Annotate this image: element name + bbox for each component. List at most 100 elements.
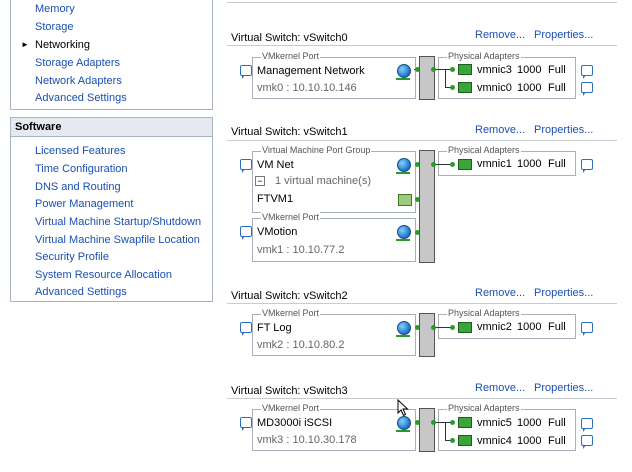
nav-network-adapters[interactable]: Network Adapters <box>35 75 122 87</box>
vswitch1-adapter-1-info-icon[interactable] <box>581 159 593 173</box>
vmkernel-globe-icon <box>397 321 411 335</box>
vswitch1-dot-a <box>450 162 455 167</box>
vswitch1-properties-link[interactable]: Properties... <box>534 124 593 136</box>
vswitch1-adapter-1-name[interactable]: vmnic1 <box>477 158 512 170</box>
vswitch0-adapter-1-name[interactable]: vmnic3 <box>477 64 512 76</box>
vswitch0-title: Virtual Switch: vSwitch0 <box>231 32 348 44</box>
vswitch0-divider <box>227 45 617 46</box>
nav-power-management[interactable]: Power Management <box>35 198 133 210</box>
vswitch1-vmnet-info-icon[interactable] <box>240 159 252 173</box>
vswitch3-dot-a <box>450 420 455 425</box>
nav-security-profile[interactable]: Security Profile <box>35 251 109 263</box>
nav-vm-swapfile-location[interactable]: Virtual Machine Swapfile Location <box>35 234 200 246</box>
vswitch3-properties-link[interactable]: Properties... <box>534 382 593 394</box>
vswitch2-port-group: VMkernel Port FT Log vmk2 : 10.10.80.2 <box>252 308 416 356</box>
nav-networking[interactable]: Networking <box>35 39 90 51</box>
vswitch1-vm-name[interactable]: FTVM1 <box>257 193 293 205</box>
vswitch1-remove-link[interactable]: Remove... <box>475 124 525 136</box>
nav-storage-adapters[interactable]: Storage Adapters <box>35 57 120 69</box>
vswitch3-title: Virtual Switch: vSwitch3 <box>231 385 348 397</box>
vswitch1-vmotion-info-icon[interactable] <box>240 226 252 240</box>
vswitch2-adapter-1-info-icon[interactable] <box>581 322 593 336</box>
vswitch3-adapter-1-info-icon[interactable] <box>581 418 593 432</box>
vswitch1-vmnet-type: Virtual Machine Port Group <box>261 145 372 155</box>
vswitch0-properties-link[interactable]: Properties... <box>534 29 593 41</box>
vswitch1-vmkernel-port: VMkernel Port VMotion vmk1 : 10.10.77.2 <box>252 212 416 262</box>
networking-view: Virtual Switch: vSwitch0 Remove... Prope… <box>219 0 632 472</box>
vswitch0-port-name[interactable]: Management Network <box>257 65 365 77</box>
nav-storage[interactable]: Storage <box>35 21 74 33</box>
nav-time-configuration[interactable]: Time Configuration <box>35 163 128 175</box>
vmkernel-link-indicator <box>396 430 410 432</box>
vswitch1-adapters-label: Physical Adapters <box>447 145 521 155</box>
vswitch2-remove-link[interactable]: Remove... <box>475 287 525 299</box>
nav-memory[interactable]: Memory <box>35 3 75 15</box>
nav-advanced-settings-hw[interactable]: Advanced Settings <box>35 92 127 104</box>
vm-network-icon <box>397 158 411 172</box>
vswitch0-remove-link[interactable]: Remove... <box>475 29 525 41</box>
vswitch2-adapter-1-speed: 1000 <box>517 321 542 333</box>
vmnet-link-indicator <box>396 172 410 174</box>
vswitch3-bar <box>419 408 435 452</box>
vswitch1-vmnet-name[interactable]: VM Net <box>257 159 294 171</box>
vswitch0-adapter-1-info-icon[interactable] <box>581 65 593 79</box>
vswitch2-port-ip: vmk2 : 10.10.80.2 <box>257 339 345 351</box>
vmkernel-link-indicator <box>396 335 410 337</box>
vswitch1-adapter-1-speed: 1000 <box>517 158 542 170</box>
vswitch2-adapters-label: Physical Adapters <box>447 308 521 318</box>
vswitch0-port-info-icon[interactable] <box>240 65 252 79</box>
vswitch3-remove-link[interactable]: Remove... <box>475 382 525 394</box>
vswitch2-adapter-1-name[interactable]: vmnic2 <box>477 321 512 333</box>
collapse-toggle-icon[interactable]: − <box>255 176 265 186</box>
vmkernel-globe-icon <box>397 64 411 78</box>
software-panel: Software Licensed Features Time Configur… <box>10 117 213 302</box>
vswitch0-left-dot <box>431 67 436 72</box>
vmkernel-link-indicator <box>396 78 410 80</box>
nav-advanced-settings-sw[interactable]: Advanced Settings <box>35 286 127 298</box>
nic-icon <box>458 159 472 170</box>
vswitch0-adapter-1-speed: 1000 <box>517 64 542 76</box>
vswitch0-port-group: VMkernel Port Management Network vmk0 : … <box>252 51 416 99</box>
vswitch1-divider <box>227 140 617 141</box>
nic-icon <box>458 417 472 428</box>
vswitch3-port-name[interactable]: MD3000i iSCSI <box>257 417 332 429</box>
vswitch0-adapter-2-name[interactable]: vmnic0 <box>477 82 512 94</box>
nav-licensed-features[interactable]: Licensed Features <box>35 145 126 157</box>
software-panel-title: Software <box>11 118 212 137</box>
vswitch3-adapter-2-speed: 1000 <box>517 435 542 447</box>
nic-icon <box>458 82 472 93</box>
nic-icon <box>458 322 472 333</box>
top-divider <box>227 2 617 3</box>
vswitch3-adapter-2-info-icon[interactable] <box>581 435 593 449</box>
mouse-cursor-icon <box>397 399 409 417</box>
vswitch0-bar <box>419 56 435 100</box>
vswitch2-adapter-1-duplex: Full <box>548 321 566 333</box>
vswitch3-port-group: VMkernel Port MD3000i iSCSI vmk3 : 10.10… <box>252 403 416 451</box>
vswitch3-adapter-1-name[interactable]: vmnic5 <box>477 417 512 429</box>
nic-icon <box>458 64 472 75</box>
vswitch1-vmotion-type: VMkernel Port <box>261 212 321 222</box>
vswitch3-adapter-2-name[interactable]: vmnic4 <box>477 435 512 447</box>
nav-dns-routing[interactable]: DNS and Routing <box>35 181 121 193</box>
vswitch3-dot-b <box>450 438 455 443</box>
vswitch2-dot-a <box>450 325 455 330</box>
vswitch2-port-info-icon[interactable] <box>240 322 252 336</box>
vswitch2-port-type: VMkernel Port <box>261 308 321 318</box>
vswitch1-vmotion-name[interactable]: VMotion <box>257 226 297 238</box>
vswitch3-left-dot <box>431 420 436 425</box>
vswitch2-port-name[interactable]: FT Log <box>257 322 292 334</box>
vswitch3-adapter-link-v <box>445 422 446 440</box>
vswitch0-adapter-1-duplex: Full <box>548 64 566 76</box>
vswitch0-dot-b <box>450 85 455 90</box>
vswitch2-title: Virtual Switch: vSwitch2 <box>231 290 348 302</box>
nav-system-resource-allocation[interactable]: System Resource Allocation <box>35 269 172 281</box>
vswitch2-properties-link[interactable]: Properties... <box>534 287 593 299</box>
vswitch3-port-info-icon[interactable] <box>240 417 252 431</box>
vswitch0-adapter-link-v <box>445 69 446 87</box>
vswitch3-port-type: VMkernel Port <box>261 403 321 413</box>
vswitch0-adapter-2-info-icon[interactable] <box>581 82 593 96</box>
vswitch3-adapters-label: Physical Adapters <box>447 403 521 413</box>
nav-vm-startup-shutdown[interactable]: Virtual Machine Startup/Shutdown <box>35 216 201 228</box>
nic-icon <box>458 435 472 446</box>
vswitch2-divider <box>227 303 617 304</box>
